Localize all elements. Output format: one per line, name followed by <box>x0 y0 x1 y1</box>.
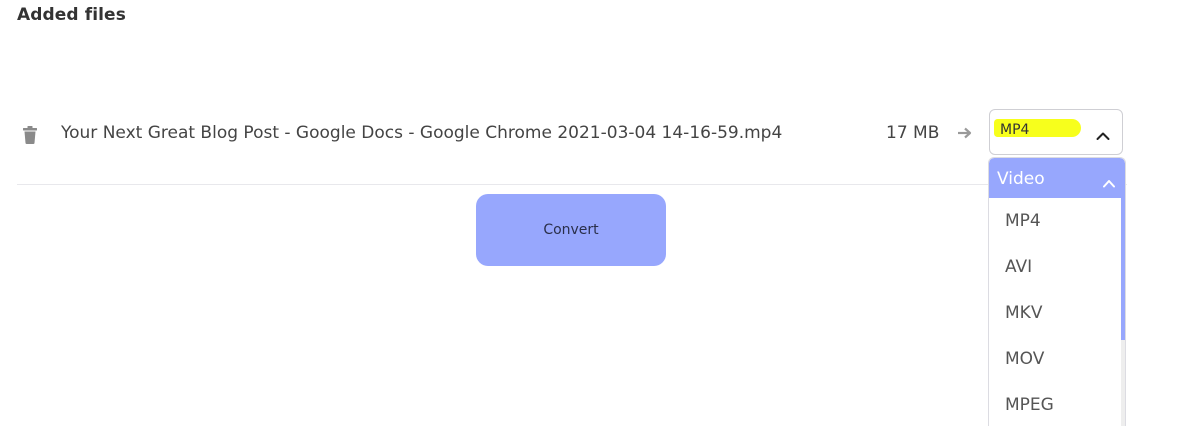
dropdown-option-mp4[interactable]: MP4 <box>989 198 1121 244</box>
trash-icon[interactable] <box>23 126 37 144</box>
dropdown-category-label: Video <box>997 169 1045 189</box>
section-title: Added files <box>17 5 126 25</box>
dropdown-option-avi[interactable]: AVI <box>989 244 1121 290</box>
file-row: Your Next Great Blog Post - Google Docs … <box>17 100 1127 185</box>
file-size: 17 MB <box>886 123 940 143</box>
format-select[interactable]: MP4 <box>989 109 1123 155</box>
convert-button[interactable]: Convert <box>476 194 666 266</box>
file-name: Your Next Great Blog Post - Google Docs … <box>61 123 783 143</box>
converter-page: Added files Your Next Great Blog Post - … <box>0 0 1184 426</box>
arrow-right-icon <box>957 125 973 141</box>
dropdown-scrollbar-thumb[interactable] <box>1121 198 1125 340</box>
dropdown-category-video[interactable]: Video <box>989 158 1125 198</box>
dropdown-option-mkv[interactable]: MKV <box>989 290 1121 336</box>
format-select-value: MP4 <box>1000 122 1030 138</box>
format-dropdown: Video MP4 AVI MKV MOV MPEG <box>988 157 1126 426</box>
dropdown-option-mpeg[interactable]: MPEG <box>989 382 1121 426</box>
chevron-up-icon <box>1103 173 1115 188</box>
dropdown-options: MP4 AVI MKV MOV MPEG <box>989 198 1121 426</box>
dropdown-option-mov[interactable]: MOV <box>989 336 1121 382</box>
chevron-up-icon <box>1096 126 1110 140</box>
